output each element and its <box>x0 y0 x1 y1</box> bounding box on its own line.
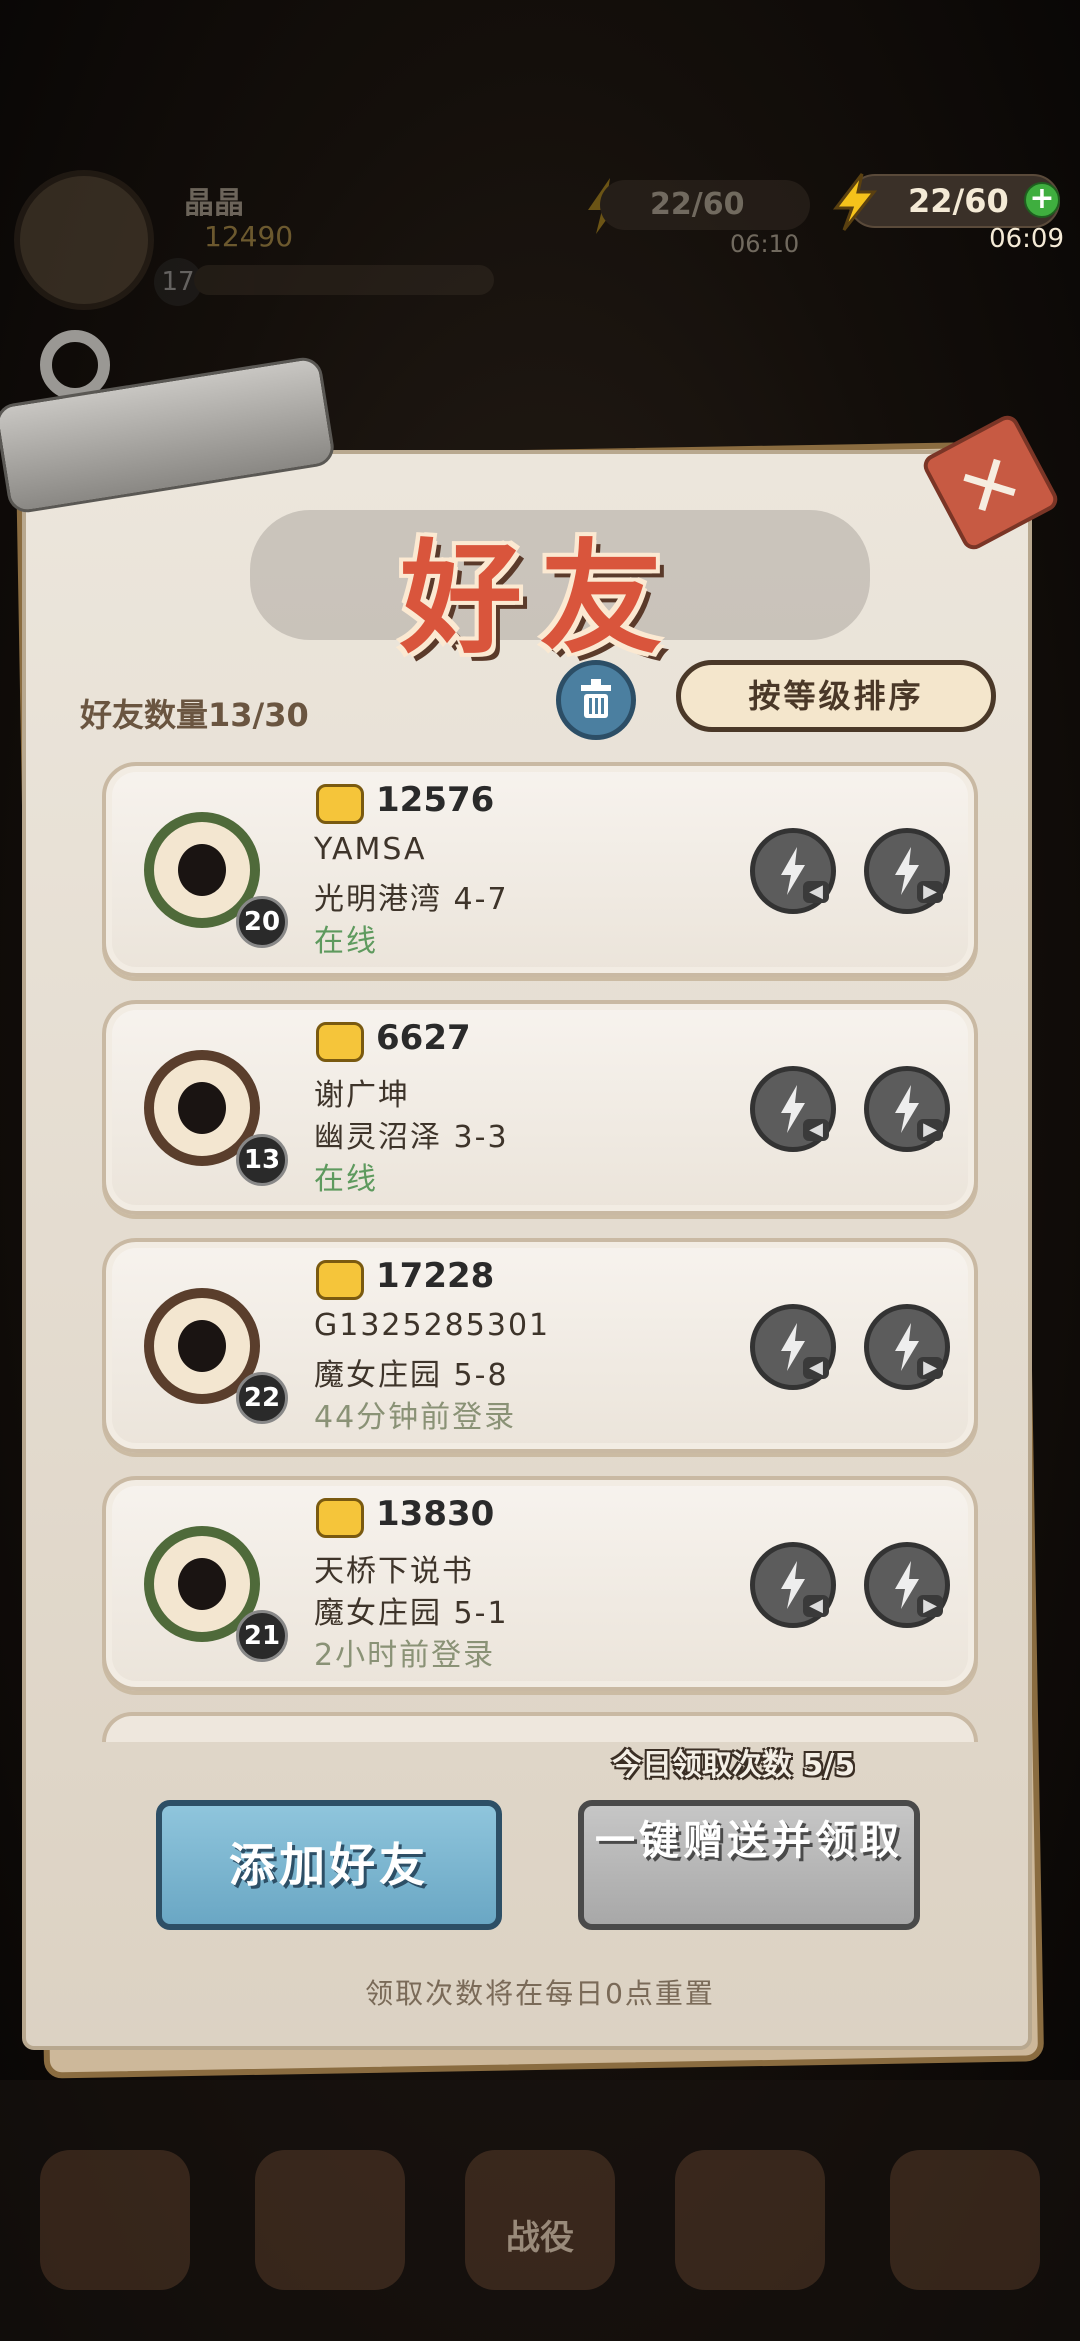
friend-status: 在线 <box>314 924 378 959</box>
arrow-left-icon: ◀ <box>803 1119 829 1141</box>
friend-power: 12576 <box>376 780 495 820</box>
player-exp-bar <box>194 265 494 295</box>
give-energy-button[interactable]: ◀ <box>750 1542 836 1628</box>
player-info: 17 晶晶 12490 <box>14 170 524 310</box>
energy-bg-value: 22/60 <box>600 180 810 230</box>
reset-note: 领取次数将在每日0点重置 <box>365 1977 715 2010</box>
give-energy-button[interactable]: ◀ <box>750 828 836 914</box>
fist-icon <box>316 1260 364 1300</box>
friend-power: 17228 <box>376 1256 495 1296</box>
bolt-icon <box>832 173 878 231</box>
arrow-right-icon: ▶ <box>917 1357 943 1379</box>
friend-card[interactable]: 21 13830 天桥下说书 魔女庄园 5-1 2小时前登录 ◀ ▶ <box>102 1476 978 1691</box>
delete-friend-button[interactable] <box>556 660 636 740</box>
avatar-face <box>178 1082 226 1134</box>
energy-counter: 22/60 + 06:09 <box>830 172 1070 262</box>
add-friend-button[interactable]: 添加好友 <box>156 1800 502 1930</box>
trash-icon <box>581 679 611 718</box>
friend-stage: 魔女庄园 5-1 <box>314 1596 509 1631</box>
fist-icon <box>316 1498 364 1538</box>
friend-level: 20 <box>236 896 288 948</box>
friend-status: 2小时前登录 <box>314 1638 496 1673</box>
avatar-face <box>178 1558 226 1610</box>
energy-background: 22/60 06:10 <box>580 176 820 258</box>
friend-name: G1325285301 <box>314 1308 551 1343</box>
friend-status: 在线 <box>314 1162 378 1197</box>
friend-level: 21 <box>236 1610 288 1662</box>
give-energy-button[interactable]: ◀ <box>750 1304 836 1390</box>
friend-power: 13830 <box>376 1494 495 1534</box>
friend-stage: 魔女庄园 5-8 <box>314 1358 509 1393</box>
fist-icon <box>316 1022 364 1062</box>
friend-stage: 光明港湾 4-7 <box>314 882 509 917</box>
friend-card[interactable]: 22 17228 G1325285301 魔女庄园 5-8 44分钟前登录 ◀ … <box>102 1238 978 1453</box>
arrow-right-icon: ▶ <box>917 1119 943 1141</box>
avatar-face <box>178 1320 226 1372</box>
friend-card[interactable]: 20 12576 YAMSA 光明港湾 4-7 在线 ◀ ▶ <box>102 762 978 977</box>
energy-timer: 06:09 <box>989 224 1064 254</box>
friend-level: 22 <box>236 1372 288 1424</box>
friend-name: YAMSA <box>314 832 427 867</box>
friend-name: 谢广坤 <box>314 1078 410 1113</box>
player-name: 晶晶 <box>184 186 244 221</box>
receive-energy-button[interactable]: ▶ <box>864 1542 950 1628</box>
friend-status: 44分钟前登录 <box>314 1400 517 1435</box>
nav-label-campaign: 战役 <box>506 2218 574 2258</box>
friend-card[interactable]: 13 6627 谢广坤 幽灵沼泽 3-3 在线 ◀ ▶ <box>102 1000 978 1215</box>
arrow-left-icon: ◀ <box>803 881 829 903</box>
next-friend-card[interactable] <box>102 1712 978 1742</box>
avatar-face <box>178 844 226 896</box>
add-energy-button[interactable]: + <box>1024 182 1060 218</box>
friend-level: 13 <box>236 1134 288 1186</box>
sort-by-level-button[interactable]: 按等级排序 <box>676 660 996 732</box>
arrow-right-icon: ▶ <box>917 1595 943 1617</box>
arrow-right-icon: ▶ <box>917 881 943 903</box>
friend-name: 天桥下说书 <box>314 1554 474 1589</box>
give-energy-button[interactable]: ◀ <box>750 1066 836 1152</box>
friend-list[interactable]: 20 12576 YAMSA 光明港湾 4-7 在线 ◀ ▶ 13 6627 谢… <box>102 762 978 1722</box>
receive-energy-button[interactable]: ▶ <box>864 1066 950 1152</box>
friend-stage: 幽灵沼泽 3-3 <box>314 1120 509 1155</box>
receive-energy-button[interactable]: ▶ <box>864 1304 950 1390</box>
arrow-left-icon: ◀ <box>803 1357 829 1379</box>
friend-count: 好友数量13/30 <box>80 696 309 734</box>
arrow-left-icon: ◀ <box>803 1595 829 1617</box>
panel-title: 好友 <box>400 528 680 670</box>
player-power: 12490 <box>204 220 294 253</box>
fist-icon <box>316 784 364 824</box>
receive-energy-button[interactable]: ▶ <box>864 828 950 914</box>
player-avatar <box>14 170 154 310</box>
daily-claim-count: 今日领取次数 5/5 <box>612 1748 856 1783</box>
energy-bg-timer: 06:10 <box>730 230 800 258</box>
send-and-claim-all-button[interactable]: 一键赠送并领取 <box>578 1800 920 1930</box>
friend-power: 6627 <box>376 1018 471 1058</box>
